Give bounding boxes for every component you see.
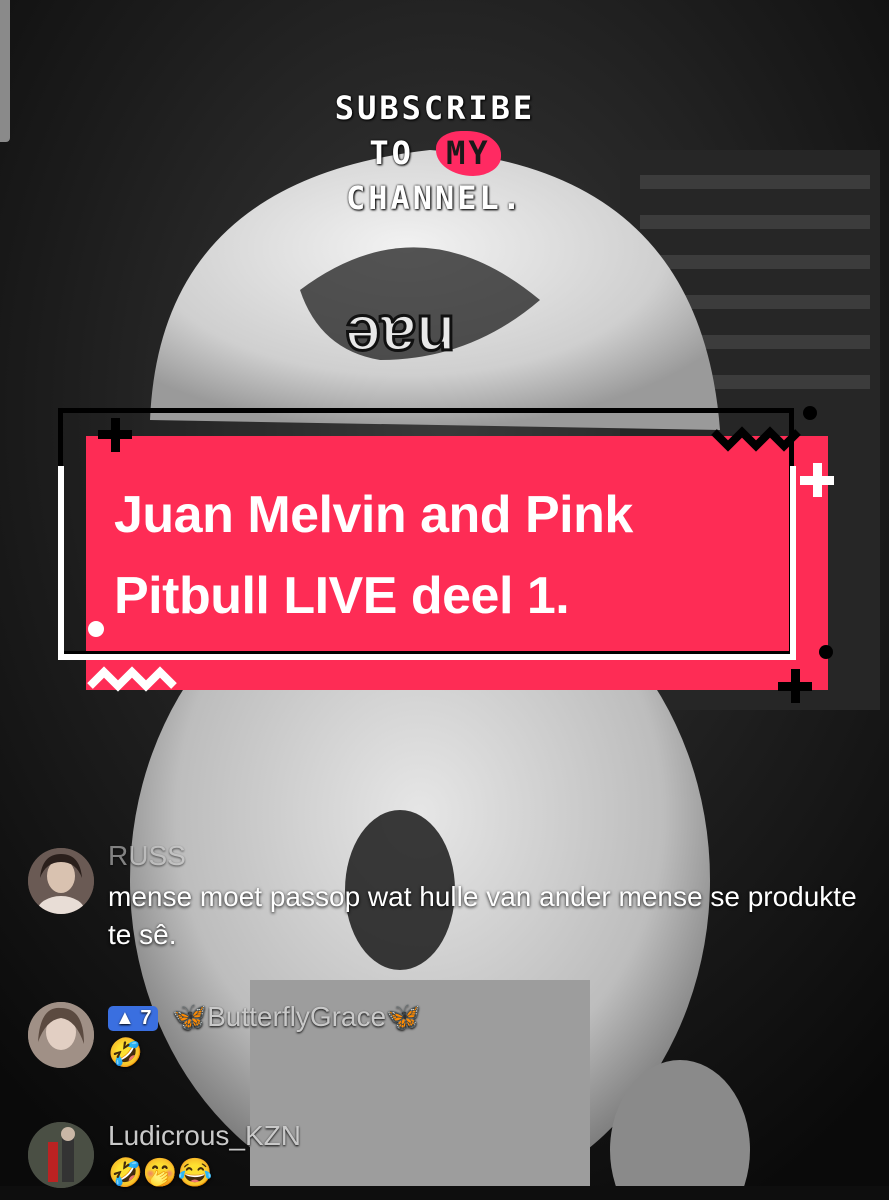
dot-icon [803,406,817,420]
comment-item[interactable]: ▲ 7 🦋ButterflyGrace🦋 🤣 [28,1000,878,1080]
comment-item[interactable]: Ludicrous_KZN 🤣🤭😂 [28,1120,878,1200]
video-title-line-1: Juan Melvin and Pink [114,486,633,544]
comment-text: 🤣🤭😂 [108,1157,213,1188]
comment-username[interactable]: RUSS [108,840,186,872]
level-badge-value: 7 [140,1007,152,1030]
comment-text: 🤣 [108,1037,143,1068]
level-badge: ▲ 7 [108,1006,159,1032]
avatar-icon [28,848,94,914]
dot-icon [88,621,104,637]
comment-text: mense moet passop wat hulle van ander me… [108,881,857,950]
avatar-icon [28,1122,94,1188]
avatar[interactable] [28,1122,94,1188]
comment-username[interactable]: 🦋ButterflyGrace🦋 [172,1001,421,1032]
video-title-line-2: Pitbull LIVE deel 1. [114,567,570,625]
avatar-icon [28,1002,94,1068]
avatar[interactable] [28,848,94,914]
dot-icon [819,645,833,659]
zigzag-icon [711,426,801,452]
comment-header: ▲ 7 🦋ButterflyGrace🦋 [108,1000,421,1033]
zigzag-icon [87,666,177,692]
video-title: Juan Melvin and Pink Pitbull LIVE deel 1… [114,475,794,637]
comment-item[interactable]: RUSS mense moet passop wat hulle van and… [28,840,878,960]
avatar[interactable] [28,1002,94,1068]
comment-username[interactable]: Ludicrous_KZN [108,1120,301,1152]
